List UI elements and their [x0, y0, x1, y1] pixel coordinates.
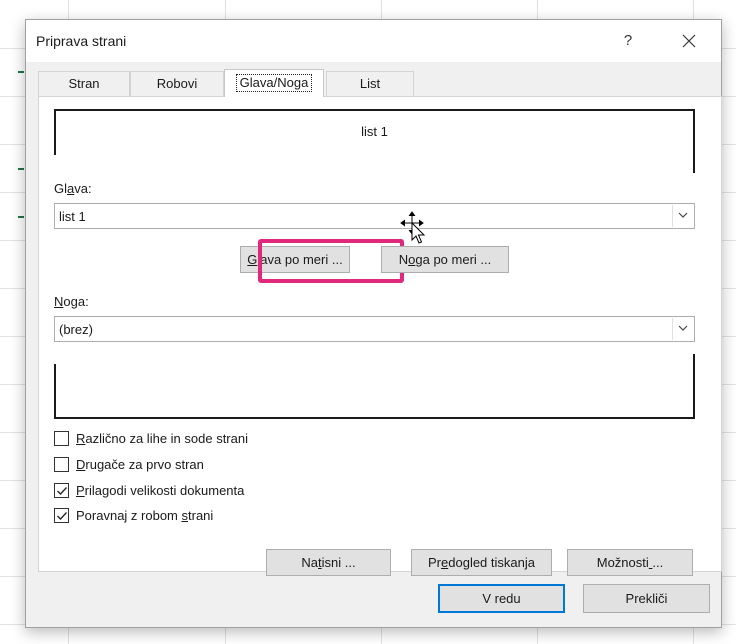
button-label: Na	[301, 555, 319, 570]
chevron-down-icon	[678, 325, 688, 331]
option-text: Poravnaj z robom	[76, 508, 182, 523]
button-label: isni ...	[321, 555, 356, 570]
page-setup-dialog: Priprava strani ? Stran Robovi Glava/Nog…	[25, 19, 722, 628]
header-select-value: list 1	[59, 209, 86, 224]
option-label: Poravnaj z robom strani	[76, 508, 213, 523]
label-accel: N	[54, 294, 64, 309]
tab-glava-noga[interactable]: Glava/Noga	[224, 69, 324, 97]
tab-robovi[interactable]: Robovi	[130, 71, 224, 97]
chevron-down-icon	[678, 212, 688, 218]
label-text: Gl	[54, 181, 67, 196]
option-label: Različno za lihe in sode strani	[76, 431, 248, 446]
close-button[interactable]	[674, 28, 704, 54]
preview-gap	[54, 354, 56, 364]
footer-select[interactable]: (brez)	[54, 316, 695, 342]
label-text: va:	[74, 181, 92, 196]
preview-gap	[54, 155, 56, 173]
print-button[interactable]: Natisni ...	[266, 549, 391, 576]
button-label: ...	[652, 555, 664, 570]
option-text: rugače za prvo stran	[85, 457, 204, 472]
button-label: ga po meri ...	[415, 252, 492, 267]
footer-select-value: (brez)	[59, 322, 93, 337]
move-cursor-icon	[400, 211, 426, 244]
header-preview-text: list 1	[361, 124, 388, 139]
button-accel: G	[247, 252, 258, 267]
tab-label: Robovi	[156, 76, 198, 91]
checkbox[interactable]	[54, 483, 69, 498]
header-footer-panel: list 1 Glava: list 1 Glava po meri ... N…	[38, 96, 722, 576]
dialog-titlebar: Priprava strani ?	[26, 20, 721, 62]
option-text: azlično za lihe in sode strani	[85, 431, 248, 446]
header-select[interactable]: list 1	[54, 203, 695, 229]
checkbox[interactable]	[54, 457, 69, 472]
header-preview: list 1	[54, 109, 695, 173]
cancel-button[interactable]: Prekliči	[583, 584, 710, 613]
print-preview-button[interactable]: Predogled tiskanja	[411, 549, 552, 576]
footer-preview	[54, 354, 695, 419]
dialog-title: Priprava strani	[36, 33, 127, 49]
tab-label: Glava/Noga	[235, 74, 313, 92]
options-button[interactable]: Možnosti ...	[567, 549, 693, 576]
option-label: Prilagodi velikosti dokumenta	[76, 483, 244, 498]
tab-label: List	[359, 76, 381, 91]
sheet-marker	[18, 216, 24, 218]
close-icon	[682, 34, 696, 48]
option-text: rilagodi velikosti dokumenta	[84, 483, 245, 498]
help-button[interactable]: ?	[616, 28, 640, 54]
option-accel: P	[76, 483, 85, 498]
label-text: oga:	[63, 294, 89, 309]
option-accel: R	[76, 431, 86, 446]
option-text: trani	[188, 508, 214, 523]
button-label: dogled tiskanja	[448, 555, 535, 570]
footer-dropdown-button[interactable]	[672, 318, 693, 340]
option-label: Drugače za prvo stran	[76, 457, 204, 472]
checkmark-icon	[57, 487, 67, 495]
option-accel: D	[76, 457, 86, 472]
button-label: Možnosti	[596, 555, 649, 570]
footer-label: Noga:	[54, 294, 89, 309]
ok-button[interactable]: V redu	[438, 584, 565, 613]
checkmark-icon	[57, 512, 67, 520]
button-label: Pr	[428, 555, 442, 570]
tab-list[interactable]: List	[326, 71, 414, 97]
checkbox[interactable]	[54, 508, 69, 523]
sheet-marker	[18, 168, 24, 170]
tab-label: Stran	[68, 76, 100, 91]
sheet-marker	[18, 71, 24, 73]
tab-stran[interactable]: Stran	[38, 71, 130, 97]
header-label: Glava:	[54, 181, 92, 196]
header-dropdown-button[interactable]	[672, 205, 693, 227]
button-label: N	[398, 252, 409, 267]
checkbox[interactable]	[54, 431, 69, 446]
custom-footer-button[interactable]: Noga po meri ...	[381, 246, 509, 273]
